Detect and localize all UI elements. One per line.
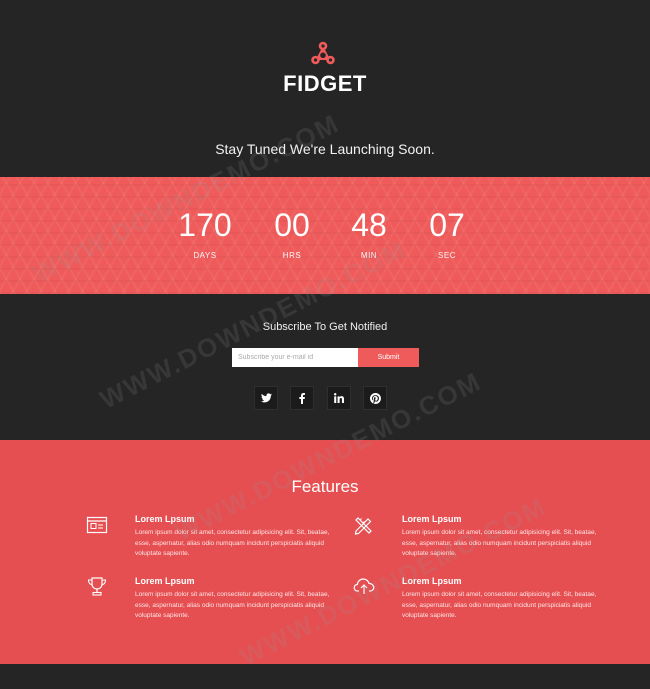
countdown-label: SEC: [438, 251, 456, 260]
facebook-icon[interactable]: [290, 386, 314, 410]
countdown-minutes: 48 MIN: [324, 207, 414, 260]
trophy-icon: [87, 577, 107, 596]
features-title: Features: [291, 477, 359, 496]
footer-bar: [0, 664, 650, 689]
submit-button[interactable]: Submit: [358, 348, 419, 367]
feature-item: Lorem Lpsum Lorem ipsum dolor sit amet, …: [402, 576, 602, 622]
feature-text: Lorem ipsum dolor sit amet, consectetur …: [135, 529, 330, 557]
feature-text: Lorem ipsum dolor sit amet, consectetur …: [402, 529, 597, 557]
subscribe-section: Subscribe To Get Notified Submit: [0, 294, 650, 440]
brand-name: FIDGET: [283, 71, 367, 96]
feature-title: Lorem Lpsum: [402, 514, 462, 524]
browser-window-icon: [86, 516, 108, 534]
feature-item: Lorem Lpsum Lorem ipsum dolor sit amet, …: [135, 576, 335, 622]
subscribe-title: Subscribe To Get Notified: [262, 321, 388, 333]
pencil-ruler-icon: [354, 517, 372, 535]
feature-item: Lorem Lpsum Lorem ipsum dolor sit amet, …: [135, 514, 335, 560]
tagline: Stay Tuned We're Launching Soon.: [215, 141, 435, 157]
feature-text: Lorem ipsum dolor sit amet, consectetur …: [402, 591, 597, 619]
countdown-value: 170: [178, 207, 232, 243]
feature-text: Lorem ipsum dolor sit amet, consectetur …: [135, 591, 330, 619]
countdown-seconds: 07 SEC: [402, 207, 492, 260]
countdown-value: 48: [351, 207, 387, 243]
linkedin-icon[interactable]: [327, 386, 351, 410]
countdown-section: 170 DAYS 00 HRS 48 MIN 07 SEC: [0, 177, 650, 294]
fidget-spinner-icon: [311, 41, 335, 65]
countdown-days: 170 DAYS: [160, 207, 250, 260]
countdown-label: DAYS: [193, 251, 217, 260]
feature-title: Lorem Lpsum: [135, 514, 195, 524]
email-field[interactable]: [232, 348, 358, 367]
feature-title: Lorem Lpsum: [402, 576, 462, 586]
feature-title: Lorem Lpsum: [135, 576, 195, 586]
countdown-label: MIN: [360, 251, 378, 260]
countdown-value: 07: [429, 207, 465, 243]
features-section: Features Lorem Lpsum Lorem ipsum dolor s…: [0, 440, 650, 664]
feature-item: Lorem Lpsum Lorem ipsum dolor sit amet, …: [402, 514, 602, 560]
twitter-icon[interactable]: [254, 386, 278, 410]
pinterest-icon[interactable]: [363, 386, 387, 410]
cloud-upload-icon: [353, 578, 375, 594]
hero-section: FIDGET Stay Tuned We're Launching Soon.: [0, 0, 650, 177]
